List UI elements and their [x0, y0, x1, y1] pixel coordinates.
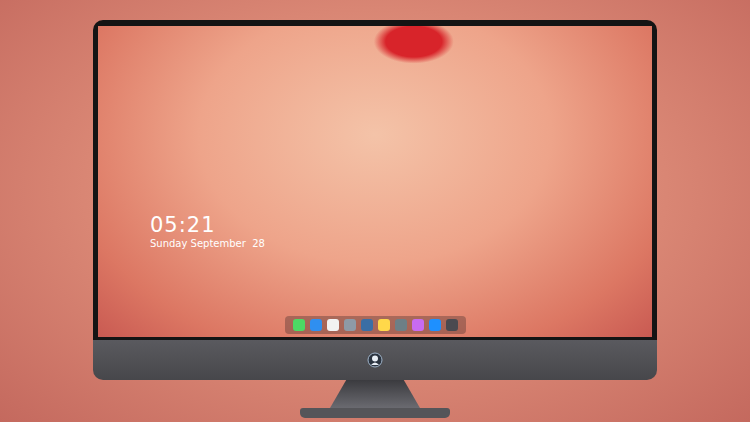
dock-app-icon[interactable]: [412, 319, 424, 331]
clock-date: Sunday September 28: [150, 237, 652, 251]
dock-app-icon[interactable]: [378, 319, 390, 331]
logo-icon: [367, 352, 383, 368]
page: 05:21Sunday September 28: [0, 0, 750, 422]
monitor-stand: [330, 380, 420, 408]
clock-time: 05:21: [150, 213, 652, 237]
dock-app-icon[interactable]: [310, 319, 322, 331]
screen: 05:21Sunday September 28: [98, 26, 652, 337]
lock-screen-clock: 05:21Sunday September 28: [150, 213, 652, 251]
dock-app-icon[interactable]: [327, 319, 339, 331]
dock-app-icon[interactable]: [293, 319, 305, 331]
dock-app-icon[interactable]: [395, 319, 407, 331]
monitor: 05:21Sunday September 28: [93, 20, 657, 422]
monitor-base: [300, 408, 450, 418]
dock-app-icon[interactable]: [344, 319, 356, 331]
dock-app-icon[interactable]: [361, 319, 373, 331]
dock-app-icon[interactable]: [446, 319, 458, 331]
dock: [285, 316, 466, 334]
monitor-bezel: 05:21Sunday September 28: [93, 20, 657, 340]
monitor-chin: [93, 340, 657, 380]
dock-app-icon[interactable]: [429, 319, 441, 331]
